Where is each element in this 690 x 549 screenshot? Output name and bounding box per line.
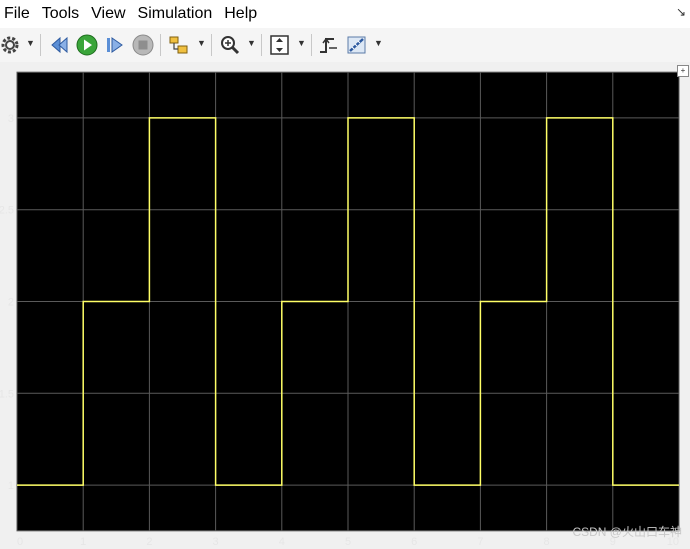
- toolbar-divider: [211, 34, 212, 56]
- x-tick-label: 6: [411, 536, 417, 548]
- toolbar-divider: [160, 34, 161, 56]
- x-tick-label: 4: [279, 536, 285, 548]
- toolbar-divider: [311, 34, 312, 56]
- measure-dropdown-icon[interactable]: ▼: [374, 38, 383, 48]
- menu-tools[interactable]: Tools: [38, 0, 87, 28]
- step-forward-icon: [107, 37, 123, 53]
- menu-file[interactable]: File: [0, 0, 38, 28]
- y-tick-label: 2: [8, 297, 14, 309]
- y-tick-label: 1.5: [0, 388, 14, 400]
- settings-button[interactable]: [0, 33, 22, 57]
- highlight-block-icon: [169, 36, 188, 54]
- step-back-icon: [51, 36, 68, 54]
- x-tick-label: 2: [146, 536, 152, 548]
- y-tick-label: 2.5: [0, 205, 14, 217]
- y-tick-label: 3: [8, 113, 14, 125]
- scope-display: 0 1 2 3 4 5 6 7 8 9 10 1 1.5 2 2.5 3 + CSDN @火山口车神: [0, 62, 690, 549]
- step-back-button[interactable]: [48, 33, 72, 57]
- menu-help[interactable]: Help: [220, 0, 265, 28]
- highlight-button[interactable]: [167, 33, 191, 57]
- stop-button[interactable]: [131, 33, 155, 57]
- x-tick-label: 7: [477, 536, 483, 548]
- restore-icon[interactable]: +: [677, 65, 689, 77]
- x-tick-label: 3: [213, 536, 219, 548]
- menu-bar: File Tools View Simulation Help ↘: [0, 0, 690, 28]
- play-icon: [76, 34, 98, 56]
- menu-view[interactable]: View: [87, 0, 133, 28]
- x-tick-label: 8: [544, 536, 550, 548]
- measure-button[interactable]: [345, 33, 369, 57]
- zoom-button[interactable]: [218, 33, 242, 57]
- menu-simulation[interactable]: Simulation: [134, 0, 221, 28]
- step-forward-button[interactable]: [103, 33, 127, 57]
- x-tick-label: 5: [345, 536, 351, 548]
- undock-arrow-icon[interactable]: ↘: [676, 5, 686, 19]
- y-tick-label: 1: [8, 480, 14, 492]
- zoom-dropdown-icon[interactable]: ▼: [247, 38, 256, 48]
- run-button[interactable]: [75, 33, 99, 57]
- cursor-measure-icon: [347, 36, 366, 54]
- scope-plot: 0 1 2 3 4 5 6 7 8 9 1011.522.53: [0, 71, 680, 548]
- x-tick-label: 1: [80, 536, 86, 548]
- gear-icon: [1, 36, 19, 54]
- x-tick-label: 0: [17, 536, 23, 548]
- stop-icon: [132, 34, 154, 56]
- triggers-button[interactable]: [317, 33, 341, 57]
- settings-dropdown-icon[interactable]: ▼: [26, 38, 35, 48]
- toolbar-divider: [261, 34, 262, 56]
- autoscale-icon: [270, 35, 289, 55]
- toolbar-divider: [40, 34, 41, 56]
- zoom-in-icon: [221, 36, 240, 55]
- trigger-icon: [320, 37, 337, 53]
- autoscale-button[interactable]: [268, 33, 292, 57]
- watermark: CSDN @火山口车神: [572, 525, 682, 539]
- autoscale-dropdown-icon[interactable]: ▼: [297, 38, 306, 48]
- toolbar: ▼ ▼ ▼ ▼ ▼: [0, 28, 690, 63]
- highlight-dropdown-icon[interactable]: ▼: [197, 38, 206, 48]
